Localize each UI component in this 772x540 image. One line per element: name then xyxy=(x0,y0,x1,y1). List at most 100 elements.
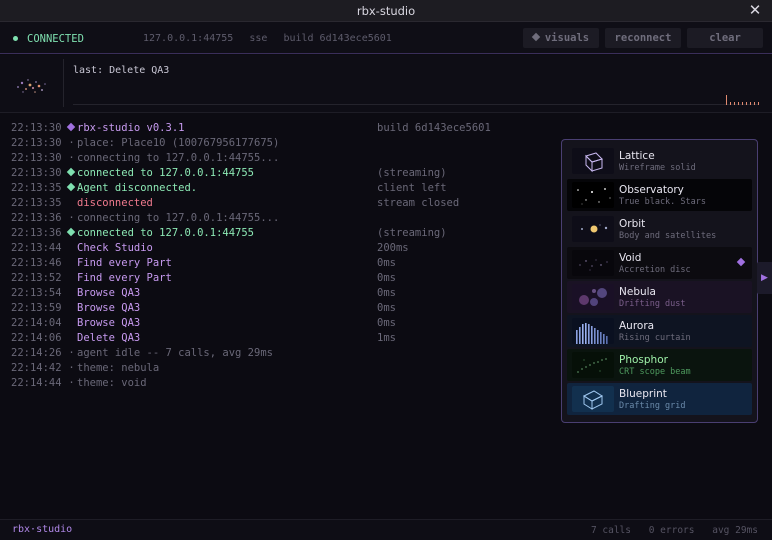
log-row: 22:13:30 · place: Place10 (100767956177675… xyxy=(11,136,551,151)
dot-icon: · xyxy=(68,362,75,374)
diamond-icon xyxy=(66,167,76,177)
log-message: agent idle -- 7 calls, avg 29ms xyxy=(77,347,273,359)
log-message: Browse QA3 xyxy=(77,287,141,299)
log-timestamp: 22:13:35 xyxy=(11,182,62,194)
log-message: disconnected xyxy=(77,197,153,209)
dot-icon: · xyxy=(68,152,75,164)
log-detail: 0ms xyxy=(377,302,396,314)
toolbar: CONNECTED 127.0.0.1:44755 sse build 6d14… xyxy=(0,22,772,54)
log-detail: 0ms xyxy=(377,317,396,329)
cube-wireframe-icon xyxy=(572,148,614,174)
log-message: Check Studio xyxy=(77,242,153,254)
calls-count: 7 calls xyxy=(590,525,631,536)
log-timestamp: 22:13:44 xyxy=(11,242,62,254)
visual-option-nebula[interactable]: Nebula Drifting dust xyxy=(567,281,752,313)
log-detail: stream closed xyxy=(377,197,460,209)
option-name: Observatory xyxy=(619,184,684,196)
connection-status: CONNECTED xyxy=(13,33,84,45)
nebula-icon xyxy=(572,284,614,310)
log-timestamp: 22:13:36 xyxy=(11,212,62,224)
window-title: rbx-studio xyxy=(356,4,416,18)
connection-info: 127.0.0.1:44755 sse build 6d143ece5601 xyxy=(143,33,402,44)
visuals-button[interactable]: visuals xyxy=(523,28,599,48)
log-row: 22:13:46 Find every Part 0ms xyxy=(11,256,551,271)
scope-beam-icon xyxy=(572,352,614,378)
log-detail: (streaming) xyxy=(377,227,447,239)
option-description: True black. Stars xyxy=(619,197,706,207)
log-timestamp: 22:13:54 xyxy=(11,287,62,299)
log-row: 22:14:44 · theme: void xyxy=(11,376,551,391)
log-message: connected to 127.0.0.1:44755 xyxy=(77,227,255,239)
option-description: Body and satellites xyxy=(619,231,717,241)
log-timestamp: 22:13:30 xyxy=(11,137,62,149)
log-timestamp: 22:13:30 xyxy=(11,122,62,134)
log-message: theme: nebula xyxy=(77,362,160,374)
visual-option-orbit[interactable]: Orbit Body and satellites xyxy=(567,213,752,245)
log-message: rbx-studio v0.3.1 xyxy=(77,122,185,134)
log-timestamp: 22:13:30 xyxy=(11,167,62,179)
option-name: Lattice xyxy=(619,150,655,162)
option-name: Phosphor xyxy=(619,354,668,366)
log-detail: 0ms xyxy=(377,272,396,284)
reconnect-button[interactable]: reconnect xyxy=(605,28,681,48)
option-name: Nebula xyxy=(619,286,656,298)
log-detail: 1ms xyxy=(377,332,396,344)
visual-option-observatory[interactable]: Observatory True black. Stars xyxy=(567,179,752,211)
visual-option-phosphor[interactable]: Phosphor CRT scope beam xyxy=(567,349,752,381)
clear-button[interactable]: clear xyxy=(687,28,763,48)
log-detail: (streaming) xyxy=(377,167,447,179)
visual-option-blueprint[interactable]: Blueprint Drafting grid xyxy=(567,383,752,415)
option-description: Drafting grid xyxy=(619,401,686,411)
log-row: 22:13:54 Browse QA3 0ms xyxy=(11,286,551,301)
log-row: 22:13:36 · connecting to 127.0.0.1:44755..… xyxy=(11,211,551,226)
log-message: Agent disconnected. xyxy=(77,182,198,194)
option-description: Drifting dust xyxy=(619,299,686,309)
divider xyxy=(63,59,64,107)
dot-icon: · xyxy=(68,347,75,359)
dot-icon: · xyxy=(68,377,75,389)
visual-preview-thumbnail xyxy=(17,79,46,93)
option-name: Void xyxy=(619,252,642,264)
log-row: 22:13:35 disconnected stream closed xyxy=(11,196,551,211)
visual-option-aurora[interactable]: Aurora Rising curtain xyxy=(567,315,752,347)
stars-icon xyxy=(572,182,614,208)
log-row: 22:14:42 · theme: nebula xyxy=(11,361,551,376)
log-message: Find every Part xyxy=(77,272,172,284)
option-name: Blueprint xyxy=(619,388,667,400)
log-detail: build 6d143ece5601 xyxy=(377,122,491,134)
server-address: 127.0.0.1:44755 xyxy=(143,33,234,44)
log-message: Delete QA3 xyxy=(77,332,141,344)
option-name: Aurora xyxy=(619,320,655,332)
log-timestamp: 22:14:04 xyxy=(11,317,62,329)
close-icon[interactable]: ✕ xyxy=(746,1,764,19)
log-detail: 0ms xyxy=(377,287,396,299)
status-bar: rbx·studio 7 calls 0 errors avg 29ms xyxy=(0,519,772,540)
accretion-disc-icon xyxy=(572,250,614,276)
log-row: 22:13:36 connected to 127.0.0.1:44755 (str… xyxy=(11,226,551,241)
log-timestamp: 22:13:46 xyxy=(11,257,62,269)
last-action: last: Delete QA3 xyxy=(73,65,170,76)
title-bar: rbx-studio ✕ xyxy=(0,0,772,22)
log-row: 22:13:44 Check Studio 200ms xyxy=(11,241,551,256)
log-timestamp: 22:13:30 xyxy=(11,152,62,164)
log-timestamp: 22:13:59 xyxy=(11,302,62,314)
errors-count: 0 errors xyxy=(648,525,695,536)
log-row: 22:14:26 · agent idle -- 7 calls, avg 29ms xyxy=(11,346,551,361)
log-message: Find every Part xyxy=(77,257,172,269)
expand-panel-arrow-icon[interactable]: ▶ xyxy=(757,262,772,294)
diamond-icon xyxy=(531,32,541,42)
option-description: CRT scope beam xyxy=(619,367,691,377)
log-timestamp: 22:14:26 xyxy=(11,347,62,359)
log-message: Browse QA3 xyxy=(77,302,141,314)
footer-stats: 7 calls 0 errors avg 29ms xyxy=(579,525,758,536)
event-log: 22:13:30 rbx-studio v0.3.1 build 6d143ece5… xyxy=(11,121,551,391)
log-timestamp: 22:13:36 xyxy=(11,227,62,239)
log-row: 22:13:59 Browse QA3 0ms xyxy=(11,301,551,316)
log-row: 22:13:30 · connecting to 127.0.0.1:44755..… xyxy=(11,151,551,166)
log-timestamp: 22:13:35 xyxy=(11,197,62,209)
visual-option-lattice[interactable]: Lattice Wireframe solid xyxy=(567,145,752,177)
visual-option-void[interactable]: Void Accretion disc xyxy=(567,247,752,279)
activity-sparkline xyxy=(726,95,759,105)
aurora-icon xyxy=(572,318,614,344)
log-timestamp: 22:14:44 xyxy=(11,377,62,389)
